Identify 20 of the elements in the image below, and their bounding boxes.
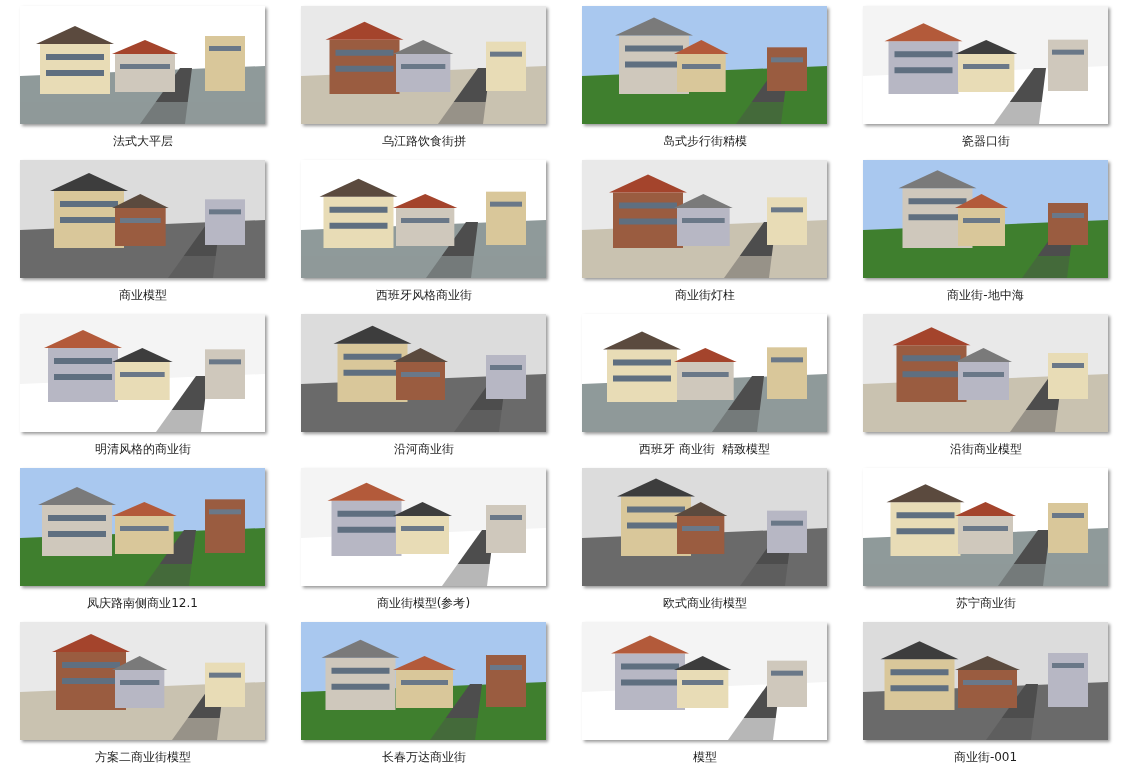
- file-name[interactable]: 模型: [582, 749, 827, 766]
- file-name[interactable]: 欧式商业街模型: [582, 595, 827, 612]
- file-name[interactable]: 商业街灯柱: [582, 287, 827, 304]
- file-name[interactable]: 商业模型: [20, 287, 265, 304]
- file-name[interactable]: 苏宁商业街: [863, 595, 1108, 612]
- file-name[interactable]: 凤庆路南侧商业12.1: [20, 595, 265, 612]
- file-name[interactable]: 西班牙 商业街 精致模型: [582, 441, 827, 458]
- file-name[interactable]: 商业街模型(参考): [301, 595, 546, 612]
- file-name[interactable]: 沿街商业模型: [863, 441, 1108, 458]
- file-name[interactable]: 瓷器口街: [863, 133, 1108, 150]
- file-name[interactable]: 沿河商业街: [301, 441, 546, 458]
- file-name[interactable]: 方案二商业街模型: [20, 749, 265, 766]
- file-name[interactable]: 西班牙风格商业街: [301, 287, 546, 304]
- file-name[interactable]: 明清风格的商业街: [20, 441, 265, 458]
- file-name[interactable]: 岛式步行街精模: [582, 133, 827, 150]
- file-name[interactable]: 商业街-001: [863, 749, 1108, 766]
- file-name[interactable]: 商业街-地中海: [863, 287, 1108, 304]
- file-name[interactable]: 长春万达商业街: [301, 749, 546, 766]
- file-name[interactable]: 法式大平层: [20, 133, 265, 150]
- file-name[interactable]: 乌江路饮食街拼: [301, 133, 546, 150]
